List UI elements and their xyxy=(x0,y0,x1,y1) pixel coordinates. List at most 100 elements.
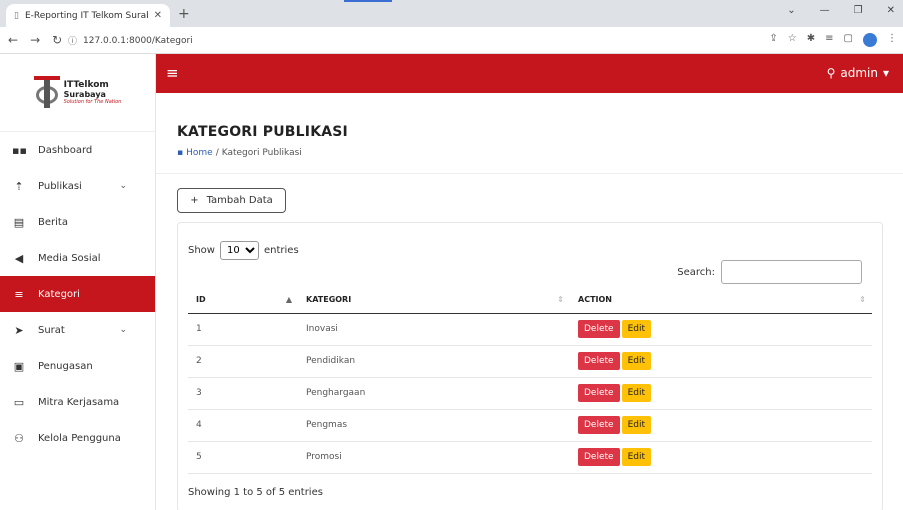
cell-kategori: Promosi xyxy=(298,441,570,474)
bookmark-star-icon[interactable]: ☆ xyxy=(788,33,797,47)
caret-down-icon: ▾ xyxy=(882,66,889,80)
breadcrumb: ▪ Home / Kategori Publikasi xyxy=(177,148,302,158)
cell-action: Delete Edit xyxy=(570,441,872,474)
sidebar-item-label: Penugasan xyxy=(38,360,93,372)
table-row: 4 Pengmas Delete Edit xyxy=(188,409,872,442)
cell-id: 5 xyxy=(188,441,298,474)
back-icon[interactable]: ← xyxy=(8,33,18,47)
breadcrumb-current: Kategori Publikasi xyxy=(221,148,302,158)
sidebar-item-label: Berita xyxy=(38,216,68,228)
new-tab-button[interactable]: + xyxy=(178,6,190,22)
sidebar-item-label: Dashboard xyxy=(38,144,93,156)
divider xyxy=(156,173,903,174)
forward-icon[interactable]: → xyxy=(30,33,40,47)
column-header-label: KATEGORI xyxy=(306,295,352,305)
sidebar-item-kategori[interactable]: ≡ Kategori xyxy=(0,276,155,312)
table-info: Showing 1 to 5 of 5 entries xyxy=(188,487,323,498)
sort-icon: ⇕ xyxy=(557,295,564,304)
extensions-icon[interactable]: ✱ xyxy=(807,33,815,47)
reading-list-icon[interactable]: ≡ xyxy=(825,33,833,47)
edit-button[interactable]: Edit xyxy=(621,416,652,434)
clipboard-icon: ▣ xyxy=(13,359,25,373)
entries-select[interactable]: 10 xyxy=(219,241,259,260)
edit-button[interactable]: Edit xyxy=(621,320,652,338)
delete-button[interactable]: Delete xyxy=(578,448,620,466)
add-button-label: Tambah Data xyxy=(206,195,273,206)
cell-action: Delete Edit xyxy=(570,313,872,346)
home-icon: ▪ xyxy=(177,148,184,158)
reload-icon[interactable]: ↻ xyxy=(52,33,62,47)
chevron-down-icon: ⌄ xyxy=(119,325,127,335)
sidebar-item-penugasan[interactable]: ▣ Penugasan xyxy=(0,348,155,384)
table-search: Search: xyxy=(677,260,862,284)
search-label: Search: xyxy=(677,266,715,278)
share-icon[interactable]: ⇪ xyxy=(769,33,777,47)
sidebar-item-surat[interactable]: ➤ Surat ⌄ xyxy=(0,312,155,348)
sidebar-item-kelola-pengguna[interactable]: ⚇ Kelola Pengguna xyxy=(0,420,155,456)
url-field[interactable]: ⓘ 127.0.0.1:8000/Kategori xyxy=(68,31,748,50)
cell-id: 3 xyxy=(188,377,298,410)
megaphone-icon: ◀ xyxy=(14,251,24,265)
minimize-button[interactable]: — xyxy=(820,5,830,16)
logo[interactable]: ITTelkom Surabaya Solution for The Natio… xyxy=(0,54,155,132)
column-header-action[interactable]: ACTION ⇕ xyxy=(570,287,872,314)
sidebar-item-label: Media Sosial xyxy=(38,252,101,264)
cell-action: Delete Edit xyxy=(570,409,872,442)
hamburger-menu-icon[interactable]: ≡ xyxy=(166,64,179,82)
dashboard-icon: ▪▪ xyxy=(12,143,27,157)
site-info-icon[interactable]: ⓘ xyxy=(68,34,77,47)
delete-button[interactable]: Delete xyxy=(578,320,620,338)
browser-tab[interactable]: ▯ E-Reporting IT Telkom Surabaya ✕ xyxy=(6,4,170,27)
user-name: admin xyxy=(840,66,878,80)
tab-title: E-Reporting IT Telkom Surabaya xyxy=(24,10,148,21)
cell-kategori: Pengmas xyxy=(298,409,570,442)
id-card-icon: ▭ xyxy=(13,395,25,409)
browser-menu-icon[interactable]: ⋮ xyxy=(887,33,897,47)
nav-buttons: ← → ↻ xyxy=(8,33,62,47)
column-header-kategori[interactable]: KATEGORI ⇕ xyxy=(298,287,570,314)
kategori-table: ID ▲ KATEGORI ⇕ ACTION ⇕ 1 Inovasi Delete Ed… xyxy=(188,287,872,474)
user-icon: ⚲ xyxy=(826,66,836,80)
show-label: Show xyxy=(188,245,215,256)
search-input[interactable] xyxy=(721,260,862,284)
tambah-data-button[interactable]: + Tambah Data xyxy=(177,188,286,213)
cell-kategori: Penghargaan xyxy=(298,377,570,410)
sidebar-item-dashboard[interactable]: ▪▪ Dashboard xyxy=(0,132,155,168)
edit-button[interactable]: Edit xyxy=(621,352,652,370)
sidebar-item-label: Surat xyxy=(38,324,65,336)
sidebar-item-berita[interactable]: ▤ Berita xyxy=(0,204,155,240)
news-icon: ▤ xyxy=(13,215,25,229)
tab-close-icon[interactable]: ✕ xyxy=(154,10,162,21)
tab-indicator xyxy=(344,0,392,2)
entries-label: entries xyxy=(263,245,299,256)
table-row: 2 Pendidikan Delete Edit xyxy=(188,345,872,378)
delete-button[interactable]: Delete xyxy=(578,416,620,434)
sidebar-item-mitra-kerjasama[interactable]: ▭ Mitra Kerjasama xyxy=(0,384,155,420)
breadcrumb-home[interactable]: Home xyxy=(186,148,213,158)
table-card: Show 10 entries Search: ID ▲ KATEGORI ⇕ AC… xyxy=(177,222,883,510)
close-window-button[interactable]: ✕ xyxy=(887,5,895,16)
sidebar: ITTelkom Surabaya Solution for The Natio… xyxy=(0,54,156,510)
upload-icon: ⇡ xyxy=(14,179,24,193)
edit-button[interactable]: Edit xyxy=(621,448,652,466)
edit-button[interactable]: Edit xyxy=(621,384,652,402)
restore-button[interactable]: ❐ xyxy=(854,5,863,16)
table-header-row: ID ▲ KATEGORI ⇕ ACTION ⇕ xyxy=(188,287,872,314)
sidebar-item-media-sosial[interactable]: ◀ Media Sosial xyxy=(0,240,155,276)
favicon-icon: ▯ xyxy=(14,10,19,21)
delete-button[interactable]: Delete xyxy=(578,384,620,402)
tab-search-icon[interactable]: ⌄ xyxy=(787,5,795,16)
entries-length: Show 10 entries xyxy=(188,241,299,260)
side-panel-icon[interactable]: ▢ xyxy=(844,33,853,47)
delete-button[interactable]: Delete xyxy=(578,352,620,370)
main-content: KATEGORI PUBLIKASI ▪ Home / Kategori Pub… xyxy=(156,93,903,510)
column-header-id[interactable]: ID ▲ xyxy=(188,287,298,314)
profile-avatar[interactable] xyxy=(863,33,877,47)
sidebar-item-publikasi[interactable]: ⇡ Publikasi ⌄ xyxy=(0,168,155,204)
cell-action: Delete Edit xyxy=(570,345,872,378)
user-menu[interactable]: ⚲ admin ▾ xyxy=(827,66,889,80)
page-title: KATEGORI PUBLIKASI xyxy=(177,124,348,140)
sidebar-menu: ▪▪ Dashboard ⇡ Publikasi ⌄ ▤ Berita ◀ Me… xyxy=(0,132,155,456)
column-header-label: ID xyxy=(196,295,206,305)
sort-icon: ⇕ xyxy=(859,295,866,304)
